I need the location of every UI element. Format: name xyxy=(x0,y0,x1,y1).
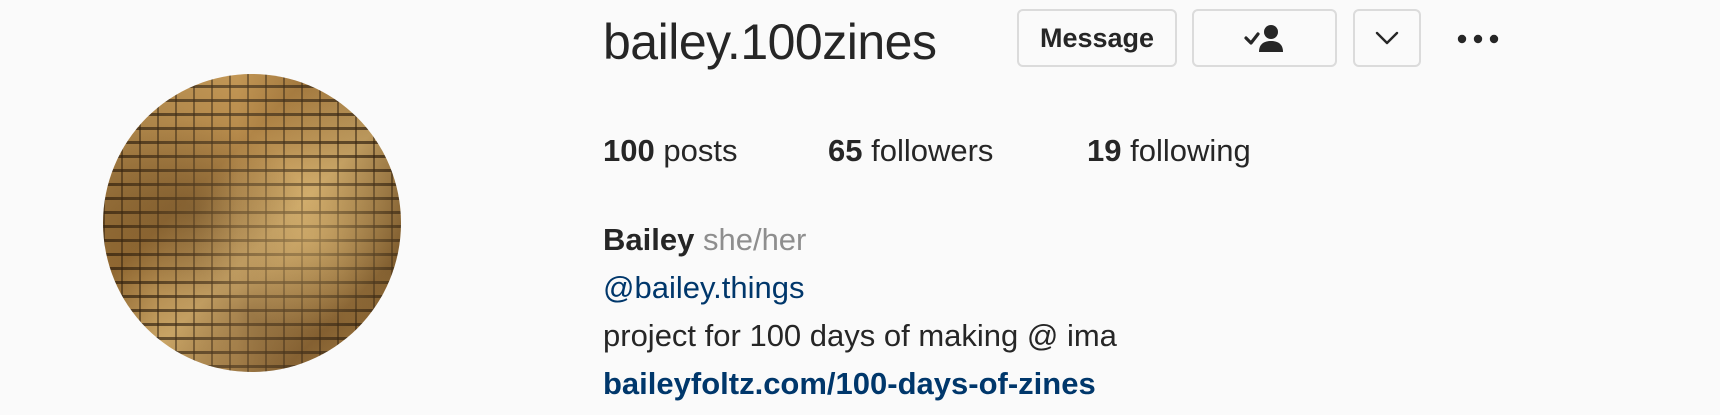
avatar-image xyxy=(103,74,401,372)
profile-username: bailey.100zines xyxy=(603,14,937,70)
followers-stat[interactable]: 65 followers xyxy=(828,131,993,171)
followers-count: 65 xyxy=(828,133,863,168)
following-label: following xyxy=(1130,133,1251,168)
bio-mention-link[interactable]: @bailey.things xyxy=(603,268,805,308)
posts-count: 100 xyxy=(603,133,655,168)
posts-stat: 100 posts xyxy=(603,131,737,171)
pronouns: she/her xyxy=(702,222,807,257)
bio-name-line: Bailey she/her xyxy=(603,220,806,260)
following-count: 19 xyxy=(1087,133,1122,168)
bio-website-link[interactable]: baileyfoltz.com/100-days-of-zines xyxy=(603,364,1096,404)
followers-label: followers xyxy=(871,133,994,168)
following-stat[interactable]: 19 following xyxy=(1087,131,1251,171)
message-button[interactable]: Message xyxy=(1017,9,1177,67)
chevron-down-icon xyxy=(1375,31,1399,45)
person-check-icon xyxy=(1243,25,1283,52)
bio-description: project for 100 days of making @ ima xyxy=(603,318,1117,353)
suggested-dropdown-button[interactable] xyxy=(1353,9,1421,67)
profile-avatar[interactable] xyxy=(103,74,401,372)
following-button[interactable] xyxy=(1192,9,1337,67)
more-options-button[interactable] xyxy=(1453,22,1503,56)
posts-label: posts xyxy=(663,133,738,168)
more-horizontal-icon xyxy=(1457,34,1499,44)
display-name: Bailey xyxy=(603,222,695,257)
